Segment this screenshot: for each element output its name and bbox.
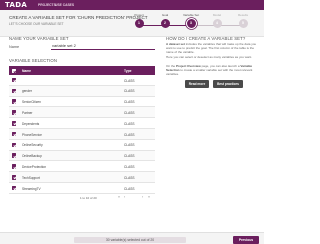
app-logo[interactable]: TADA (5, 1, 27, 9)
variable-type-cell: CLASS (124, 143, 135, 148)
footer-bar: 30 variable(s) selected out of 20 Previo… (0, 232, 264, 244)
help-paragraph-3: On the Project Overview page, you can al… (166, 64, 258, 77)
table-row[interactable]: Dependents CLASS (9, 118, 155, 129)
variable-name-cell: OnlineSecurity (22, 143, 43, 148)
variable-name-cell: PhoneService (22, 132, 42, 137)
page-subtitle: LET'S CHOOSE OUR VARIABLE SET (9, 21, 64, 26)
table-row[interactable]: StreamingTV CLASS (9, 182, 155, 194)
variable-name-cell: Partner (22, 110, 33, 115)
step-number: 3 (186, 18, 196, 28)
variable-set-name-input[interactable] (51, 42, 155, 50)
step-number: 4 (212, 18, 222, 28)
step-goal[interactable]: Goal 2 (152, 13, 178, 28)
step-label: Goal (161, 13, 169, 17)
selected-count: 30 variable(s) selected out of 20 (74, 236, 186, 243)
table-row[interactable]: Partner CLASS (9, 107, 155, 119)
step-label: Project (134, 13, 144, 17)
column-header-type[interactable]: Type (124, 69, 131, 73)
variable-type-cell: CLASS (124, 89, 135, 94)
read-more-button[interactable]: Read more (185, 80, 209, 88)
row-checkbox[interactable] (11, 99, 16, 104)
table-row[interactable]: CLASS (9, 75, 155, 86)
nav-projects[interactable]: PROJECTS (38, 3, 56, 7)
step-label: Model (212, 13, 222, 17)
progress-stepper: Project 1 Goal 2 Variable Set 3 Model 4 … (126, 13, 258, 35)
row-checkbox[interactable] (11, 77, 16, 83)
select-all-checkbox[interactable] (11, 68, 16, 74)
row-checkbox[interactable] (11, 153, 16, 158)
step-model: Model 4 (204, 13, 230, 28)
variable-name-cell: gender (22, 89, 32, 94)
table-pagination: 1 to 10 of 20 « ‹ › » (80, 195, 155, 201)
name-section-title: NAME YOUR VARIABLE SET (9, 36, 69, 41)
variable-type-cell: CLASS (124, 100, 135, 105)
table-row[interactable]: OnlineBackup CLASS (9, 150, 155, 162)
row-checkbox[interactable] (11, 142, 16, 148)
table-row[interactable]: PhoneService CLASS (9, 128, 155, 140)
best-practices-button[interactable]: Best practices (213, 80, 243, 88)
table-body: CLASS gender CLASS SeniorCitizen CLASS Partne… (9, 75, 155, 194)
step-label: Results (237, 13, 248, 17)
variable-type-cell: CLASS (124, 78, 135, 83)
variable-type-cell: CLASS (124, 175, 135, 180)
name-label: Name (9, 45, 20, 49)
table-row[interactable]: SeniorCitizen CLASS (9, 96, 155, 108)
row-checkbox[interactable] (11, 121, 16, 126)
variable-name-cell: Dependents (22, 121, 40, 126)
variable-name-cell: SeniorCitizen (22, 100, 41, 105)
variable-type-cell: CLASS (124, 132, 135, 137)
step-variable-set[interactable]: Variable Set 3 (178, 13, 204, 28)
table-row[interactable]: gender CLASS (9, 85, 155, 97)
step-label: Variable Set (182, 13, 200, 17)
pagination-info: 1 to 10 of 20 (80, 195, 97, 200)
help-text: to create a smaller variable set with th… (166, 67, 253, 76)
row-checkbox[interactable] (11, 131, 16, 137)
help-paragraph-2: Here you can select or deselect as many … (166, 55, 253, 59)
first-page-button[interactable]: « (118, 195, 120, 199)
last-page-button[interactable]: » (148, 195, 150, 199)
variable-type-cell: CLASS (124, 186, 135, 191)
table-row[interactable]: TechSupport CLASS (9, 172, 155, 183)
variable-name-cell: TechSupport (22, 175, 40, 180)
step-number: 5 (238, 18, 248, 28)
prev-page-button[interactable]: ‹ (124, 195, 125, 199)
help-paragraph-1: A dataset set includes the variables tha… (166, 42, 258, 55)
table-header: Name Type (9, 66, 155, 75)
table-row[interactable]: OnlineSecurity CLASS (9, 139, 155, 151)
previous-button[interactable]: Previous (233, 235, 259, 244)
column-header-name[interactable]: Name (22, 69, 31, 73)
variable-name-cell: OnlineBackup (22, 154, 42, 159)
row-checkbox[interactable] (11, 88, 16, 94)
variable-selection-title: VARIABLE SELECTION (9, 58, 58, 63)
variable-type-cell: CLASS (124, 121, 135, 126)
row-checkbox[interactable] (11, 164, 16, 169)
variable-type-cell: CLASS (124, 154, 135, 159)
step-number: 1 (134, 18, 144, 28)
help-title: HOW DO I CREATE A VARIABLE SET? (166, 36, 246, 41)
step-number: 2 (160, 18, 170, 28)
nav-use-cases[interactable]: USE CASES (55, 3, 74, 7)
row-checkbox[interactable] (11, 110, 16, 115)
step-results: Results 5 (230, 13, 256, 28)
variable-type-cell: CLASS (124, 110, 135, 115)
variable-name-cell: StreamingTV (22, 186, 41, 191)
row-checkbox[interactable] (11, 185, 16, 191)
next-page-button[interactable]: › (142, 195, 143, 199)
variable-name-cell: DeviceProtection (22, 164, 47, 169)
table-row[interactable]: DeviceProtection CLASS (9, 161, 155, 173)
step-project[interactable]: Project 1 (126, 13, 152, 28)
variable-table: Name Type CLASS gender CLASS SeniorCitizen C… (9, 66, 155, 194)
variable-type-cell: CLASS (124, 164, 135, 169)
row-checkbox[interactable] (11, 175, 16, 180)
top-navbar: TADA PROJECTS USE CASES (0, 0, 264, 10)
